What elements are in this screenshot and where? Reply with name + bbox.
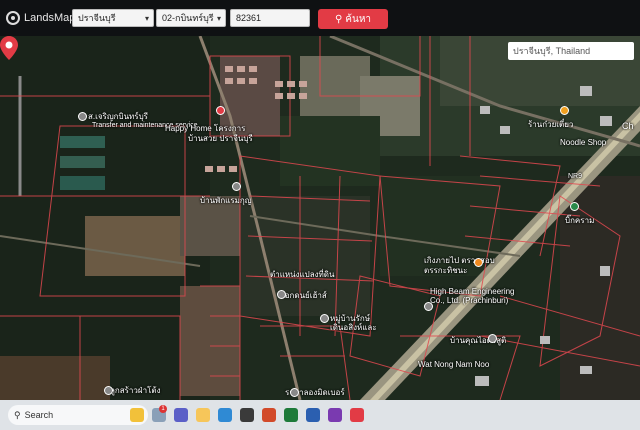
- map-label-noodle-en: Noodle Shop: [560, 138, 607, 147]
- logo-icon: [6, 11, 20, 25]
- map-label-mid-poi: เอกดนย์เฮ้าส์: [282, 291, 327, 300]
- province-select[interactable]: ปราจีนบุรี ▾: [72, 9, 154, 27]
- house-marker-icon[interactable]: [277, 290, 286, 299]
- map-label-wat: Wat Nong Nam Noo: [418, 360, 490, 369]
- map-label-noodle-th: ร้านก๋วยเตี๋ยว: [528, 120, 574, 129]
- notification-badge: 1: [159, 405, 167, 413]
- location-search-value: ปราจีนบุรี, Thailand: [513, 46, 591, 56]
- word-icon[interactable]: [306, 408, 320, 422]
- village-marker-icon[interactable]: [320, 314, 329, 323]
- province-value: ปราจีนบุรี: [78, 13, 116, 23]
- map-label-school: ส.เจริญกบินทร์บุรี: [88, 112, 148, 121]
- os-taskbar: ⚲ Search: [0, 400, 640, 430]
- place-marker-icon[interactable]: [290, 388, 299, 397]
- parcel-location-pin-icon[interactable]: [0, 36, 18, 60]
- parcel-number-value: 82361: [236, 13, 262, 23]
- teams-icon[interactable]: [174, 408, 188, 422]
- excel-icon[interactable]: [284, 408, 298, 422]
- map-label-engineering-th: เกิงภายไป ตรวจสอบ: [424, 256, 495, 265]
- map-canvas: [0, 36, 640, 400]
- file-explorer-icon[interactable]: [196, 408, 210, 422]
- taskbar-search[interactable]: ⚲ Search: [8, 405, 148, 425]
- app-window: LandsMaps ปราจีนบุรี ▾ 02-กบินทร์บุรี ▾ …: [0, 0, 640, 430]
- terminal-icon[interactable]: [240, 408, 254, 422]
- map-label-bottom-left: ลูกสร้าวฝ่าโต้ง: [110, 386, 161, 395]
- shop-marker-icon[interactable]: [474, 258, 483, 267]
- map-label-inn: บ้านคุณไอตรสูติ: [450, 336, 507, 345]
- office-icon[interactable]: [262, 408, 276, 422]
- chevron-down-icon: ▾: [216, 14, 221, 23]
- map-label-high-beam: High Beam Engineering: [430, 287, 515, 296]
- school-marker-icon[interactable]: [78, 112, 87, 121]
- map-label-parcel: ตำแหน่งแปลงที่ดิน: [270, 270, 335, 279]
- business-marker-icon[interactable]: [424, 302, 433, 311]
- search-button-label: ค้นหา: [345, 13, 372, 25]
- chevron-down-icon: ▾: [144, 14, 149, 23]
- store-icon[interactable]: [218, 408, 232, 422]
- search-button[interactable]: ⚲ ค้นหา: [318, 9, 388, 29]
- map-label-left-poi: บ้านพักแรมกุญ: [200, 196, 252, 205]
- place-marker-icon[interactable]: [104, 386, 113, 395]
- chrome-icon[interactable]: [350, 408, 364, 422]
- search-icon: ⚲: [334, 13, 343, 25]
- widgets-icon[interactable]: [130, 408, 144, 422]
- map-label-gas: บิ๊กคราม: [565, 216, 595, 225]
- lodging-marker-icon[interactable]: [232, 182, 241, 191]
- map-label-high-beam2: Co., Ltd. (Prachinburi): [430, 296, 509, 305]
- map-label-mid-poi2: หมู่บ้านรักษ์: [330, 314, 370, 323]
- app-logo[interactable]: LandsMaps: [6, 11, 81, 25]
- map-label-happy-home-th: บ้านสวย ปราจีนบุรี: [188, 134, 253, 143]
- home-marker-icon[interactable]: [216, 106, 225, 115]
- gas-station-marker-icon[interactable]: [570, 202, 579, 211]
- map-label-road-ch: Ch: [622, 121, 634, 131]
- district-value: 02-กบินทร์บุรี: [162, 13, 214, 23]
- district-select[interactable]: 02-กบินทร์บุรี ▾: [156, 9, 226, 27]
- taskbar-search-placeholder: Search: [24, 410, 54, 420]
- satellite-map[interactable]: ส.เจริญกบินทร์บุรี Transfer and maintena…: [0, 36, 640, 400]
- inn-marker-icon[interactable]: [488, 334, 497, 343]
- map-label-road-no: NR9: [568, 173, 583, 180]
- top-toolbar: LandsMaps ปราจีนบุรี ▾ 02-กบินทร์บุรี ▾ …: [0, 0, 640, 36]
- map-label-happy-home: Happy Home โครงการ: [165, 124, 246, 133]
- app-icon[interactable]: [328, 408, 342, 422]
- map-label-mid-poi3: เดินอสิงห์และ: [330, 323, 377, 332]
- location-search-input[interactable]: ปราจีนบุรี, Thailand: [508, 42, 634, 60]
- search-icon: ⚲: [14, 409, 21, 420]
- restaurant-marker-icon[interactable]: [560, 106, 569, 115]
- parcel-number-input[interactable]: 82361: [230, 9, 310, 27]
- map-label-engineering-th2: ตรรกะทิชนะ: [424, 266, 468, 275]
